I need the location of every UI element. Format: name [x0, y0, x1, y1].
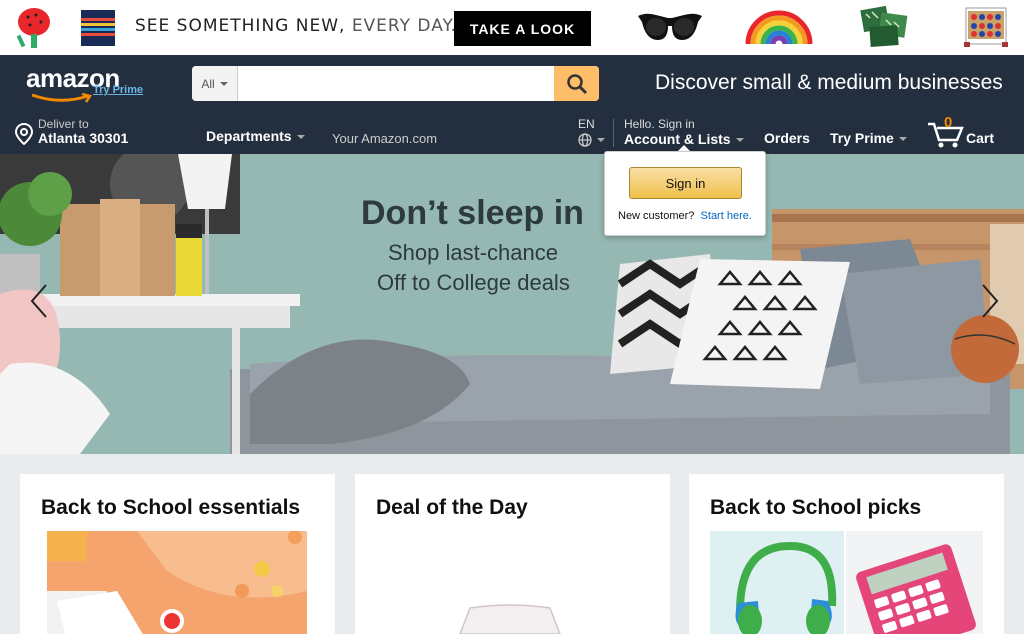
orders-link[interactable]: Orders: [764, 130, 810, 146]
sign-in-button[interactable]: Sign in: [629, 167, 742, 199]
deliver-to-label: Deliver to: [38, 117, 89, 131]
new-customer-text: New customer? Start here.: [618, 210, 752, 222]
hero-banner[interactable]: Don’t sleep in Shop last-chance Off to C…: [0, 154, 1024, 454]
smile-arrow-icon: [31, 93, 93, 103]
hero-line-2: Off to College deals: [377, 270, 570, 295]
hero-title: Don’t sleep in: [361, 194, 584, 232]
card-back-to-school-picks[interactable]: Back to School picks: [689, 474, 1004, 634]
cart-label: Cart: [966, 130, 995, 146]
departments-menu[interactable]: Departments: [206, 128, 305, 146]
bag-icon: [81, 10, 115, 46]
search-category-select[interactable]: All: [192, 66, 238, 101]
nav-bottom: Deliver to Atlanta 30301 Departments You…: [0, 113, 1024, 154]
carousel-prev-icon[interactable]: [24, 281, 54, 321]
language-selector[interactable]: EN: [578, 117, 605, 152]
card-image: [47, 531, 307, 634]
rainbow-icon: [745, 10, 813, 45]
globe-icon: [578, 133, 592, 147]
chevron-down-icon: [735, 137, 744, 142]
try-prime-label: Try Prime: [830, 130, 894, 146]
promo-text-thin: EVERY DAY.: [351, 16, 457, 36]
chevron-down-icon: [296, 134, 305, 139]
chevron-down-icon: [597, 138, 605, 142]
card-title: Deal of the Day: [376, 496, 528, 519]
try-prime-menu[interactable]: Try Prime: [830, 130, 907, 148]
hello-sign-in-label: Hello. Sign in: [624, 117, 695, 131]
cart-count: 0: [944, 114, 953, 131]
pillows-icon: [860, 5, 908, 47]
start-here-link[interactable]: Start here.: [701, 210, 752, 222]
sunglasses-icon: [638, 13, 702, 40]
take-a-look-button[interactable]: TAKE A LOOK: [454, 11, 591, 46]
language-label: EN: [578, 117, 595, 131]
carousel-next-icon[interactable]: [975, 281, 1005, 321]
card-back-to-school-essentials[interactable]: Back to School essentials: [20, 474, 335, 634]
your-amazon-link[interactable]: Your Amazon.com: [332, 131, 437, 146]
logo-try-prime-link[interactable]: Try Prime: [93, 84, 143, 96]
paddle-icon: [16, 8, 50, 48]
chevron-down-icon: [219, 81, 228, 86]
nav-divider: [613, 119, 614, 147]
card-title: Back to School essentials: [41, 496, 301, 519]
search-bar: All: [192, 66, 599, 101]
deliver-location: Atlanta 30301: [38, 130, 129, 146]
sign-in-flyout: Sign in New customer? Start here.: [604, 151, 766, 236]
card-image-headphones: [710, 531, 844, 634]
discover-businesses-link[interactable]: Discover small & medium businesses: [655, 71, 1003, 95]
promo-text-main: SEE SOMETHING NEW,: [135, 16, 346, 36]
card-deal-of-the-day[interactable]: Deal of the Day: [355, 474, 670, 634]
new-customer-label: New customer?: [618, 210, 695, 222]
search-icon: [566, 73, 587, 94]
chevron-down-icon: [898, 136, 907, 141]
card-image-calculator: [846, 531, 983, 634]
departments-label: Departments: [206, 128, 292, 144]
connect-four-icon: [964, 7, 1008, 47]
promo-text: SEE SOMETHING NEW, EVERY DAY.: [135, 16, 457, 36]
search-category-label: All: [201, 76, 215, 91]
language-globe: [578, 133, 605, 152]
search-button[interactable]: [554, 66, 599, 101]
cart-link[interactable]: 0 Cart: [927, 114, 999, 151]
card-title: Back to School picks: [710, 496, 922, 519]
location-pin-icon: [15, 123, 33, 145]
promo-banner[interactable]: SEE SOMETHING NEW, EVERY DAY. TAKE A LOO…: [0, 0, 1024, 55]
search-input[interactable]: [238, 66, 554, 101]
hero-line-1: Shop last-chance: [388, 240, 558, 265]
card-image: [459, 604, 561, 634]
nav-top: amazon Try Prime All Discover small & me…: [0, 55, 1024, 113]
